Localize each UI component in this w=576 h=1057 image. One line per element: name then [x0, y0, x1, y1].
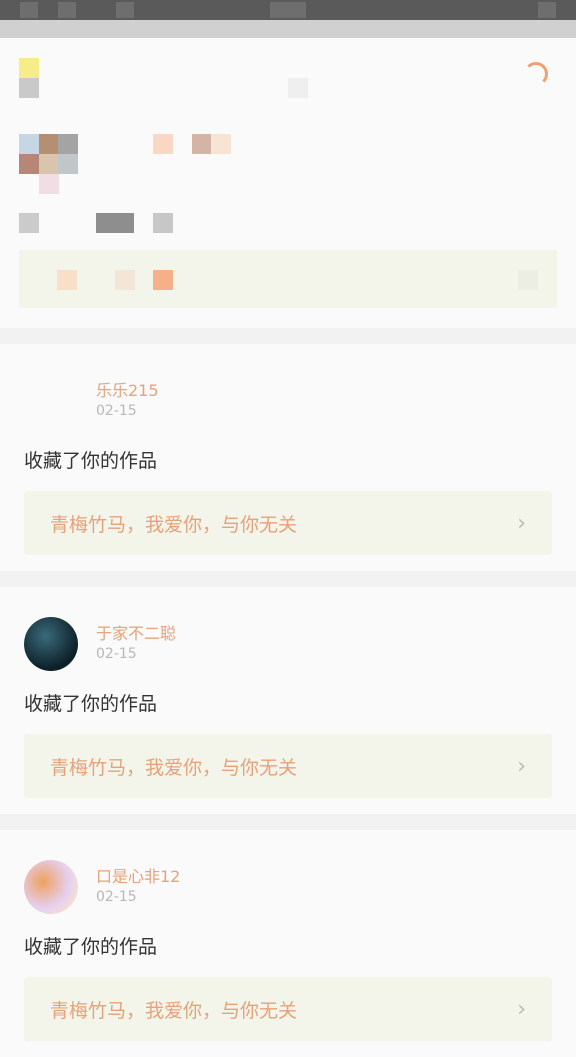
loading-spinner-icon	[524, 62, 548, 86]
avatar[interactable]	[24, 617, 78, 671]
pixelated-avatar	[19, 58, 39, 78]
chevron-right-icon: ›	[517, 510, 526, 536]
work-title: 青梅竹马，我爱你，与你无关	[50, 999, 298, 1022]
feed-item[interactable]: 口是心非12 02-15 收藏了你的作品 青梅竹马，我爱你，与你无关 ›	[0, 830, 576, 1057]
user-meta: 于家不二聪 02-15	[96, 617, 176, 663]
timestamp: 02-15	[96, 889, 137, 905]
work-link[interactable]: 青梅竹马，我爱你，与你无关 ›	[24, 734, 552, 798]
chevron-right-icon: ›	[517, 996, 526, 1022]
user-meta: 乐乐215 02-15	[96, 374, 159, 420]
user-name[interactable]: 乐乐215	[96, 380, 159, 402]
work-title: 青梅竹马，我爱你，与你无关	[50, 513, 298, 536]
work-link[interactable]: 青梅竹马，我爱你，与你无关 ›	[24, 491, 552, 555]
chevron-right-icon: ›	[517, 753, 526, 779]
section-gap	[0, 328, 576, 344]
profile-header	[0, 38, 576, 328]
user-meta: 口是心非12 02-15	[96, 860, 180, 906]
work-link[interactable]: 青梅竹马，我爱你，与你无关 ›	[24, 977, 552, 1041]
timestamp: 02-15	[96, 403, 137, 419]
section-gap	[0, 571, 576, 587]
feed-item[interactable]: 乐乐215 02-15 收藏了你的作品 青梅竹马，我爱你，与你无关 ›	[0, 344, 576, 571]
feed-item[interactable]: 于家不二聪 02-15 收藏了你的作品 青梅竹马，我爱你，与你无关 ›	[0, 587, 576, 814]
status-bar	[0, 0, 576, 20]
activity-text: 收藏了你的作品	[24, 936, 158, 958]
section-gap	[0, 814, 576, 830]
pixelated-image	[19, 134, 39, 154]
user-name[interactable]: 口是心非12	[96, 866, 180, 888]
avatar[interactable]	[24, 374, 78, 428]
timestamp: 02-15	[96, 646, 137, 662]
user-name[interactable]: 于家不二聪	[96, 623, 176, 645]
activity-text: 收藏了你的作品	[24, 693, 158, 715]
work-title: 青梅竹马，我爱你，与你无关	[50, 756, 298, 779]
header-summary-box	[19, 250, 557, 308]
activity-text: 收藏了你的作品	[24, 450, 158, 472]
avatar[interactable]	[24, 860, 78, 914]
top-divider	[0, 20, 576, 38]
